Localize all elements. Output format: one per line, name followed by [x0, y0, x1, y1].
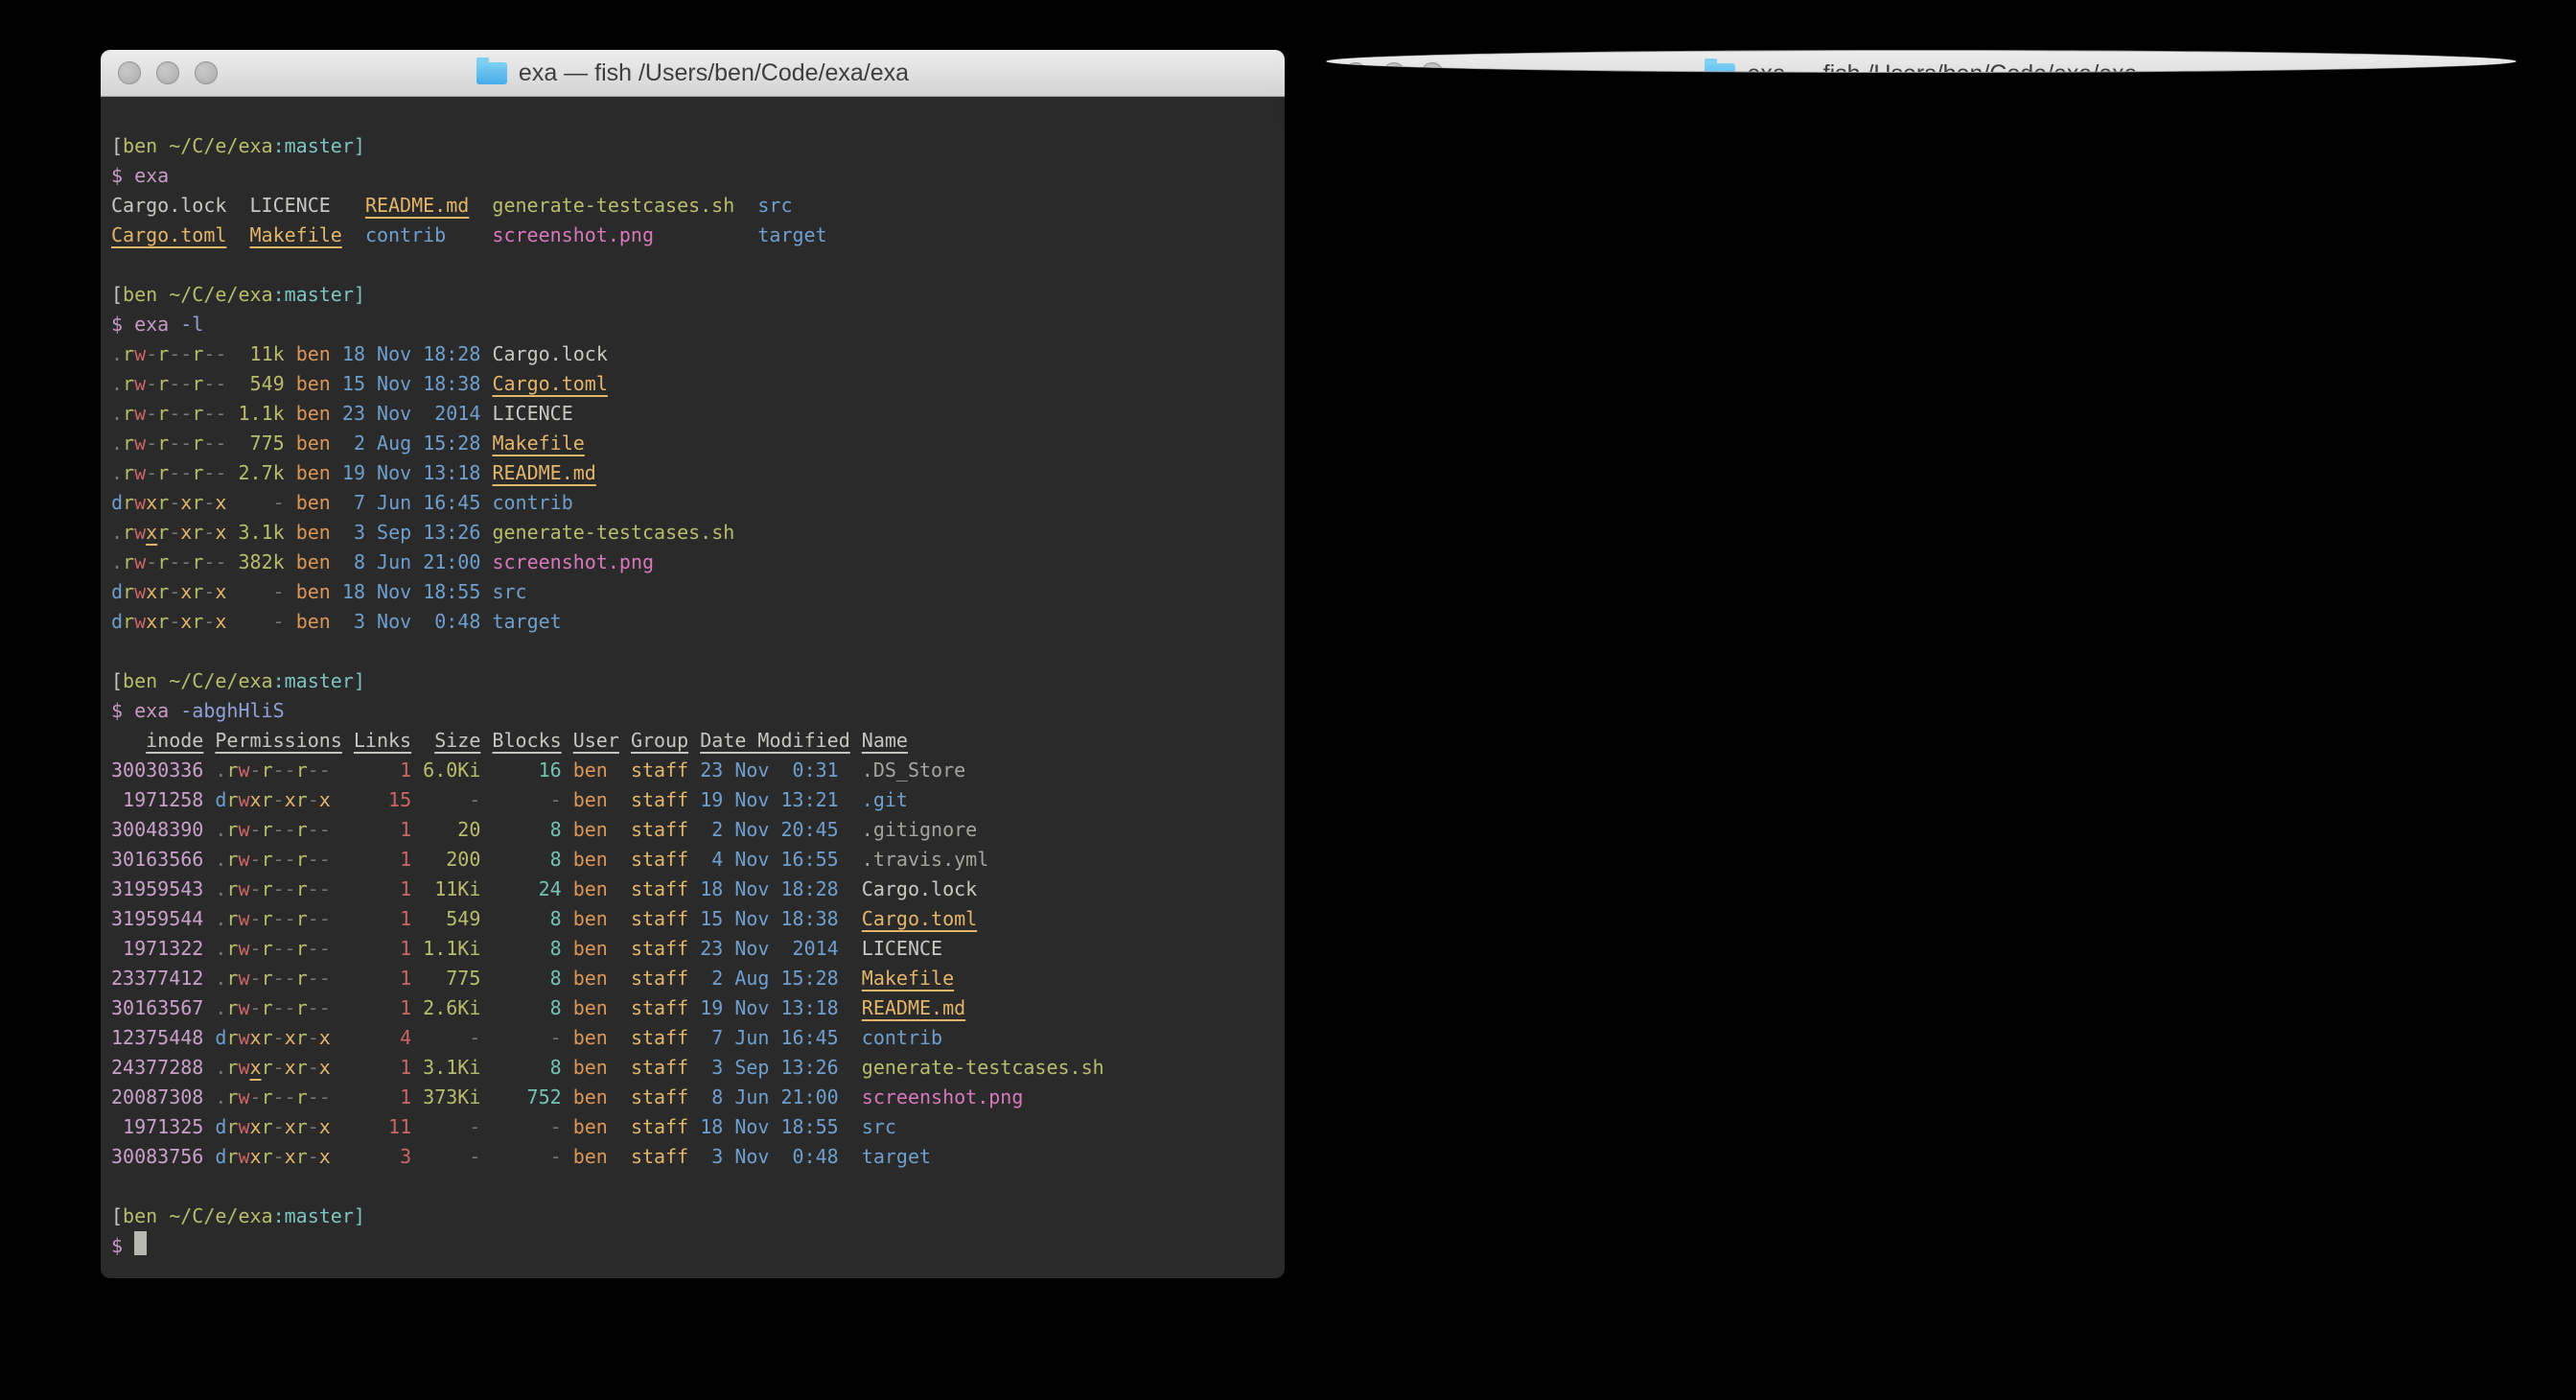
terminal-line: 30083756 drwxr-xr-x 3 - - ben staff 3 No… [111, 1142, 1273, 1172]
terminal-line: $ [111, 1231, 1273, 1261]
terminal-line: 20087308 .rw-r--r-- 1 373Ki 752 ben staf… [111, 1083, 1273, 1112]
window-title-area: exa — fish /Users/ben/Code/exa/exa [101, 50, 1285, 96]
titlebar[interactable]: exa — fish /Users/ben/Code/exa/exa [1327, 51, 2516, 73]
folder-icon [1705, 63, 1735, 74]
terminal-line: 30163567 .rw-r--r-- 1 2.6Ki 8 ben staff … [111, 993, 1273, 1023]
terminal-line: [ben ~/C/e/exa:master] [111, 280, 1273, 310]
terminal-line: Cargo.lock LICENCE README.md generate-te… [111, 191, 1273, 221]
terminal-line: .rw-r--r-- 775 ben 2 Aug 15:28 Makefile [111, 429, 1273, 458]
terminal-window-left: exa — fish /Users/ben/Code/exa/exa [ben … [101, 50, 1285, 1278]
terminal-line [111, 637, 1273, 666]
terminal-line: 24377288 .rwxr-xr-x 1 3.1Ki 8 ben staff … [111, 1053, 1273, 1083]
terminal-line: .rw-r--r-- 1.1k ben 23 Nov 2014 LICENCE [111, 399, 1273, 429]
folder-icon [476, 62, 507, 84]
terminal-line: [ben ~/C/e/exa:master] [111, 1202, 1273, 1231]
terminal-line: 23377412 .rw-r--r-- 1 775 8 ben staff 2 … [111, 964, 1273, 993]
window-title-area: exa — fish /Users/ben/Code/exa/exa [1327, 51, 2516, 73]
window-title: exa — fish /Users/ben/Code/exa/exa [1747, 60, 2137, 74]
terminal-line: drwxr-xr-x - ben 3 Nov 0:48 target [111, 607, 1273, 637]
terminal-line: 1971325 drwxr-xr-x 11 - - ben staff 18 N… [111, 1112, 1273, 1142]
terminal-line: drwxr-xr-x - ben 18 Nov 18:55 src [111, 577, 1273, 607]
terminal-line: 31959543 .rw-r--r-- 1 11Ki 24 ben staff … [111, 875, 1273, 904]
terminal-line: inode Permissions Links Size Blocks User… [111, 726, 1273, 756]
terminal-line: 30048390 .rw-r--r-- 1 20 8 ben staff 2 N… [111, 815, 1273, 845]
terminal-line [111, 1172, 1273, 1202]
terminal-line: .rw-r--r-- 11k ben 18 Nov 18:28 Cargo.lo… [111, 339, 1273, 369]
terminal-line: $ exa -l [111, 310, 1273, 339]
terminal-line: 12375448 drwxr-xr-x 4 - - ben staff 7 Ju… [111, 1023, 1273, 1053]
terminal-cursor [134, 1231, 147, 1255]
terminal-line: 31959544 .rw-r--r-- 1 549 8 ben staff 15… [111, 904, 1273, 934]
terminal-line: [ben ~/C/e/exa:master] [111, 666, 1273, 696]
terminal-line: .rw-r--r-- 549 ben 15 Nov 18:38 Cargo.to… [111, 369, 1273, 399]
terminal-line: .rwxr-xr-x 3.1k ben 3 Sep 13:26 generate… [111, 518, 1273, 548]
terminal-line: $ exa -abghHliS [111, 696, 1273, 726]
terminal-line: 1971258 drwxr-xr-x 15 - - ben staff 19 N… [111, 785, 1273, 815]
terminal-line [111, 250, 1273, 280]
terminal-line: 1971322 .rw-r--r-- 1 1.1Ki 8 ben staff 2… [111, 934, 1273, 964]
terminal-line: drwxr-xr-x - ben 7 Jun 16:45 contrib [111, 488, 1273, 518]
terminal-line: 30163566 .rw-r--r-- 1 200 8 ben staff 4 … [111, 845, 1273, 875]
terminal-content[interactable]: [ben ~/C/e/exa:master]$ exaCargo.lock LI… [101, 97, 1285, 1278]
terminal-line: 30030336 .rw-r--r-- 1 6.0Ki 16 ben staff… [111, 756, 1273, 785]
terminal-line: .rw-r--r-- 2.7k ben 19 Nov 13:18 README.… [111, 458, 1273, 488]
terminal-line: .rw-r--r-- 382k ben 8 Jun 21:00 screensh… [111, 548, 1273, 577]
terminal-window-right: exa — fish /Users/ben/Code/exa/exa [ben … [1326, 50, 2517, 73]
titlebar[interactable]: exa — fish /Users/ben/Code/exa/exa [101, 50, 1285, 97]
terminal-line: Cargo.toml Makefile contrib screenshot.p… [111, 221, 1273, 250]
terminal-line: $ exa [111, 161, 1273, 191]
window-title: exa — fish /Users/ben/Code/exa/exa [519, 59, 909, 87]
terminal-line: [ben ~/C/e/exa:master] [111, 131, 1273, 161]
